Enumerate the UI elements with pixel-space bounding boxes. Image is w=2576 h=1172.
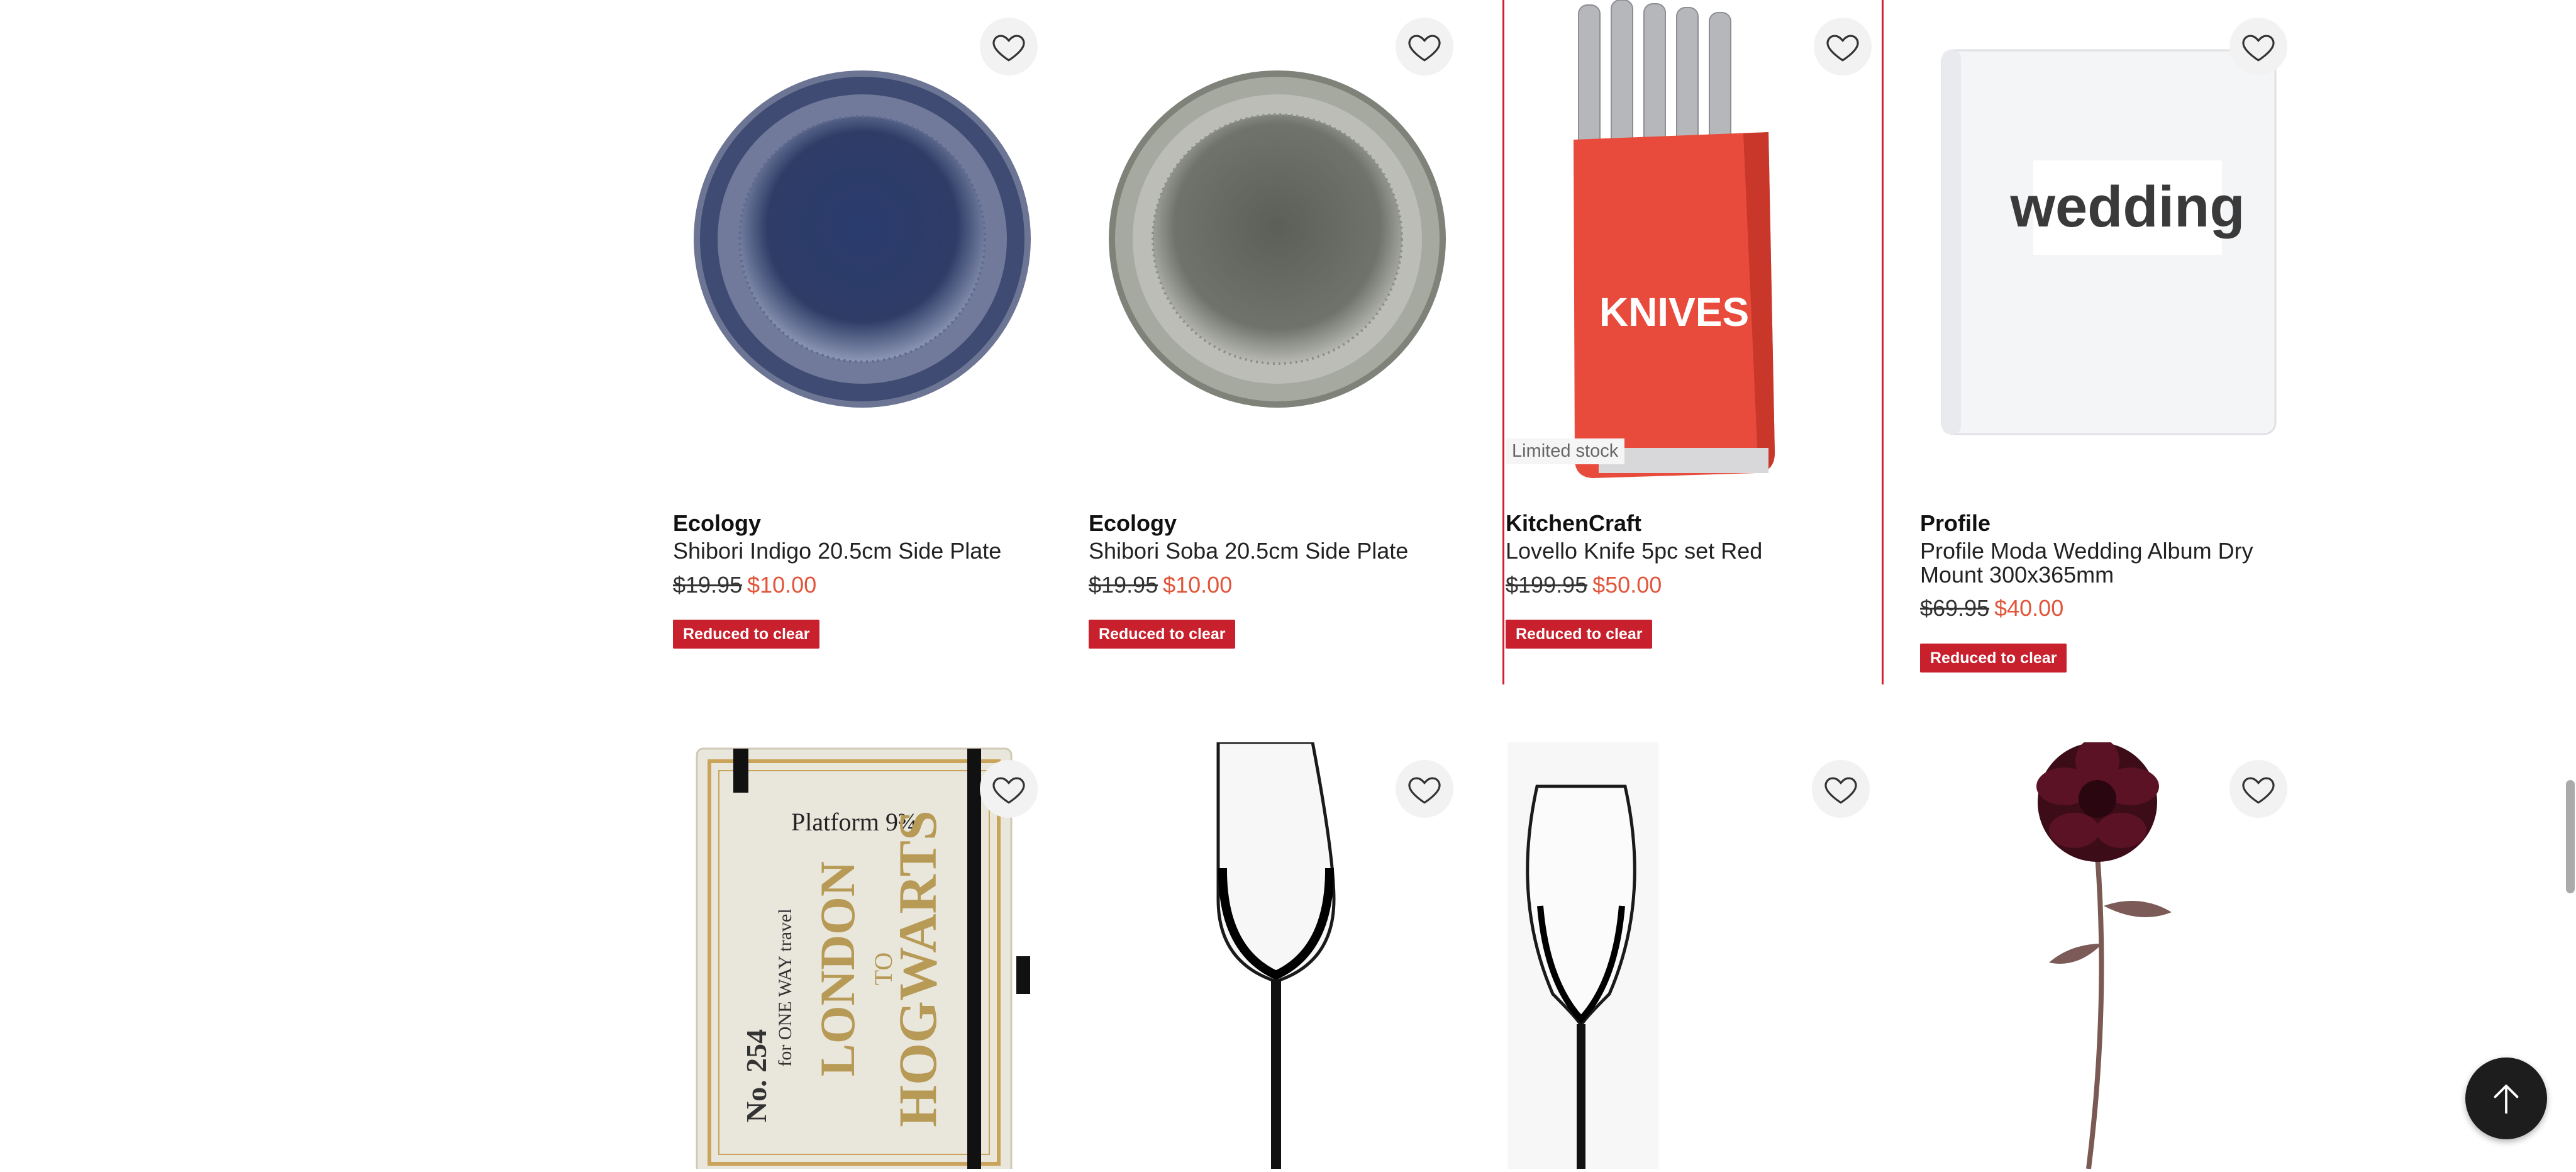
product-image[interactable]: wedding bbox=[1920, 0, 2297, 491]
status-badge: Reduced to clear bbox=[1920, 644, 2067, 673]
product-brand[interactable]: KitchenCraft bbox=[1506, 510, 1641, 537]
sale-price: $50.00 bbox=[1592, 572, 1662, 598]
product-name[interactable]: Profile Moda Wedding Album Dry Mount 300… bbox=[1920, 539, 2272, 587]
heart-icon[interactable] bbox=[980, 760, 1038, 818]
was-price: $19.95 bbox=[673, 572, 743, 598]
product-card[interactable]: Platform 9¾ LONDON TO HOGWARTS for ONE W… bbox=[672, 742, 1049, 1172]
was-price: $69.95 bbox=[1920, 595, 1990, 621]
notebook-text: LONDON bbox=[810, 861, 865, 1076]
product-price: $199.95 $50.00 bbox=[1506, 571, 1662, 599]
product-card[interactable] bbox=[1920, 737, 2297, 1169]
heart-icon[interactable] bbox=[1814, 18, 1872, 75]
sale-price: $10.00 bbox=[1163, 572, 1233, 598]
heart-icon[interactable] bbox=[2229, 760, 2287, 818]
sale-price: $40.00 bbox=[1994, 595, 2064, 621]
scrollbar[interactable] bbox=[2566, 780, 2575, 893]
notebook-text: for ONE WAY travel bbox=[775, 908, 796, 1066]
product-image[interactable] bbox=[672, 0, 1049, 491]
notebook-text: No. 254 bbox=[740, 1029, 772, 1122]
product-image[interactable]: KNIVES bbox=[1504, 0, 1882, 491]
heart-icon[interactable] bbox=[1812, 760, 1870, 818]
product-price: $69.95 $40.00 bbox=[1920, 594, 2063, 622]
product-card[interactable] bbox=[1087, 740, 1465, 1169]
product-brand[interactable]: Ecology bbox=[673, 510, 761, 537]
album-title: wedding bbox=[2009, 175, 2245, 239]
arrow-up-icon bbox=[2494, 1085, 2519, 1114]
heart-icon[interactable] bbox=[2229, 18, 2287, 75]
notebook-text: HOGWARTS bbox=[887, 810, 948, 1127]
heart-icon[interactable] bbox=[1396, 760, 1453, 818]
product-card[interactable] bbox=[1502, 742, 1880, 1169]
product-card[interactable]: Ecology Shibori Soba 20.5cm Side Plate $… bbox=[1087, 0, 1465, 686]
status-badge: Reduced to clear bbox=[1506, 620, 1653, 649]
stock-label: Limited stock bbox=[1506, 438, 1625, 464]
product-brand[interactable]: Ecology bbox=[1089, 510, 1177, 537]
product-price: $19.95 $10.00 bbox=[1089, 571, 1232, 599]
heart-icon[interactable] bbox=[980, 18, 1038, 75]
status-badge: Reduced to clear bbox=[1089, 620, 1236, 649]
was-price: $19.95 bbox=[1089, 572, 1158, 598]
product-name[interactable]: Shibori Indigo 20.5cm Side Plate bbox=[673, 539, 1050, 563]
status-badge: Reduced to clear bbox=[673, 620, 820, 649]
back-to-top-button[interactable] bbox=[2465, 1058, 2547, 1139]
product-card[interactable]: KNIVES Limited stock KitchenCraft Lovell… bbox=[1502, 0, 1884, 684]
knives-label: KNIVES bbox=[1599, 289, 1749, 335]
heart-icon[interactable] bbox=[1396, 18, 1453, 75]
product-card[interactable]: wedding Profile Profile Moda Wedding Alb… bbox=[1920, 0, 2297, 686]
product-name[interactable]: Lovello Knife 5pc set Red bbox=[1506, 539, 1877, 563]
product-brand[interactable]: Profile bbox=[1920, 510, 1990, 537]
sale-price: $10.00 bbox=[747, 572, 817, 598]
product-card[interactable]: Ecology Shibori Indigo 20.5cm Side Plate… bbox=[672, 0, 1049, 686]
product-price: $19.95 $10.00 bbox=[673, 571, 816, 599]
was-price: $199.95 bbox=[1506, 572, 1588, 598]
product-image[interactable] bbox=[1087, 0, 1465, 491]
product-name[interactable]: Shibori Soba 20.5cm Side Plate bbox=[1089, 539, 1466, 563]
